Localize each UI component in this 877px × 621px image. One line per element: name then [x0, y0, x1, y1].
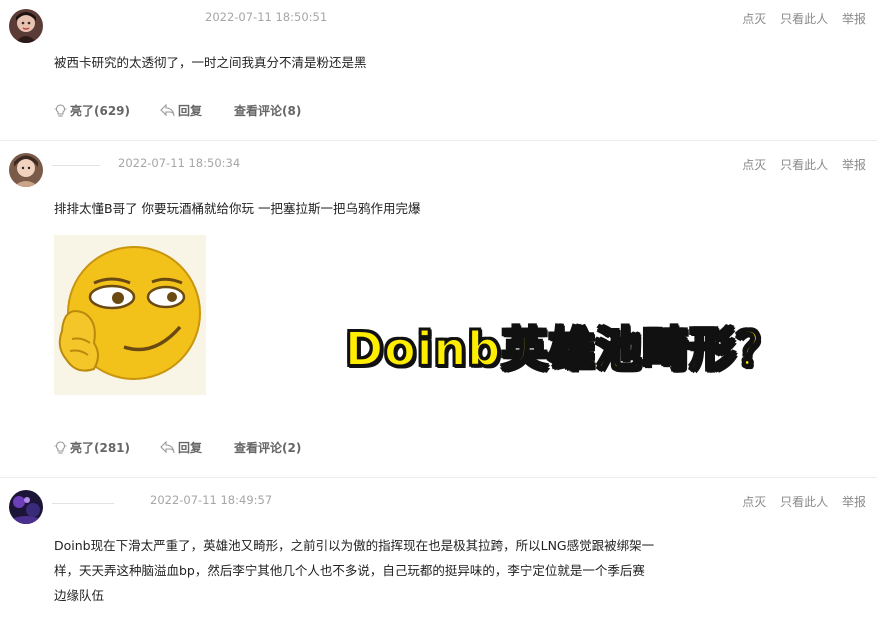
comment-2: 2022-07-11 18:50:34 点灭 只看此人 举报 排排太懂B哥了 你… — [0, 141, 877, 478]
avatar[interactable] — [9, 9, 43, 43]
only-this-user-link[interactable]: 只看此人 — [780, 495, 828, 509]
comment-ops: 点灭 只看此人 举报 — [732, 156, 866, 173]
report-link[interactable]: 举报 — [842, 158, 866, 172]
avatar[interactable] — [9, 153, 43, 187]
report-link[interactable]: 举报 — [842, 12, 866, 26]
reply-button[interactable]: 回复 — [160, 439, 202, 456]
only-this-user-link[interactable]: 只看此人 — [780, 158, 828, 172]
comment-text-line: 边缘队伍 — [54, 588, 105, 603]
reply-label: 回复 — [178, 104, 203, 118]
reply-label: 回复 — [178, 441, 203, 455]
comment-1: 2022-07-11 18:50:51 点灭 只看此人 举报 被西卡研究的太透彻… — [0, 0, 877, 141]
comment-ops: 点灭 只看此人 举报 — [732, 493, 866, 510]
avatar[interactable] — [9, 490, 43, 524]
username-redacted — [52, 165, 100, 166]
comment-time: 2022-07-11 18:49:57 — [150, 493, 273, 507]
downvote-link[interactable]: 点灭 — [742, 495, 766, 509]
reply-button[interactable]: 回复 — [160, 102, 202, 119]
comment-time: 2022-07-11 18:50:51 — [205, 10, 328, 24]
overlay-title: Doinb英雄池畸形？ — [344, 321, 784, 377]
view-replies-label: 查看评论(8) — [234, 104, 302, 118]
comment-time: 2022-07-11 18:50:34 — [118, 156, 241, 170]
like-button[interactable]: 亮了(281) — [54, 439, 130, 456]
downvote-link[interactable]: 点灭 — [742, 12, 766, 26]
comment-text: 被西卡研究的太透彻了，一时之间我真分不清是粉还是黑 — [54, 55, 367, 70]
view-replies-link[interactable]: 查看评论(2) — [234, 439, 301, 456]
sticker-image[interactable] — [54, 235, 206, 395]
comment-text-line: Doinb现在下滑太严重了，英雄池又畸形，之前引以为傲的指挥现在也是极其拉跨，所… — [54, 538, 655, 553]
reply-arrow-icon — [160, 104, 175, 117]
view-replies-link[interactable]: 查看评论(8) — [234, 102, 301, 119]
like-label: 亮了(629) — [70, 104, 131, 118]
like-label: 亮了(281) — [70, 441, 131, 455]
comment-text: Doinb现在下滑太严重了，英雄池又畸形，之前引以为傲的指挥现在也是极其拉跨，所… — [54, 533, 744, 608]
downvote-link[interactable]: 点灭 — [742, 158, 766, 172]
username-redacted — [52, 503, 114, 504]
only-this-user-link[interactable]: 只看此人 — [780, 12, 828, 26]
smirk-emoji-icon — [54, 235, 206, 395]
reply-arrow-icon — [160, 441, 175, 454]
lightbulb-icon — [54, 440, 67, 454]
view-replies-label: 查看评论(2) — [234, 441, 302, 455]
comment-ops: 点灭 只看此人 举报 — [732, 10, 866, 27]
lightbulb-icon — [54, 103, 67, 117]
like-button[interactable]: 亮了(629) — [54, 102, 130, 119]
comment-text: 排排太懂B哥了 你要玩酒桶就给你玩 一把塞拉斯一把乌鸦作用完爆 — [54, 201, 421, 216]
comment-text-line: 样，天天弄这种脑溢血bp，然后李宁其他几个人也不多说，自己玩都的挺异味的，李宁定… — [54, 563, 645, 578]
comment-3: 2022-07-11 18:49:57 点灭 只看此人 举报 Doinb现在下滑… — [0, 478, 877, 621]
report-link[interactable]: 举报 — [842, 495, 866, 509]
